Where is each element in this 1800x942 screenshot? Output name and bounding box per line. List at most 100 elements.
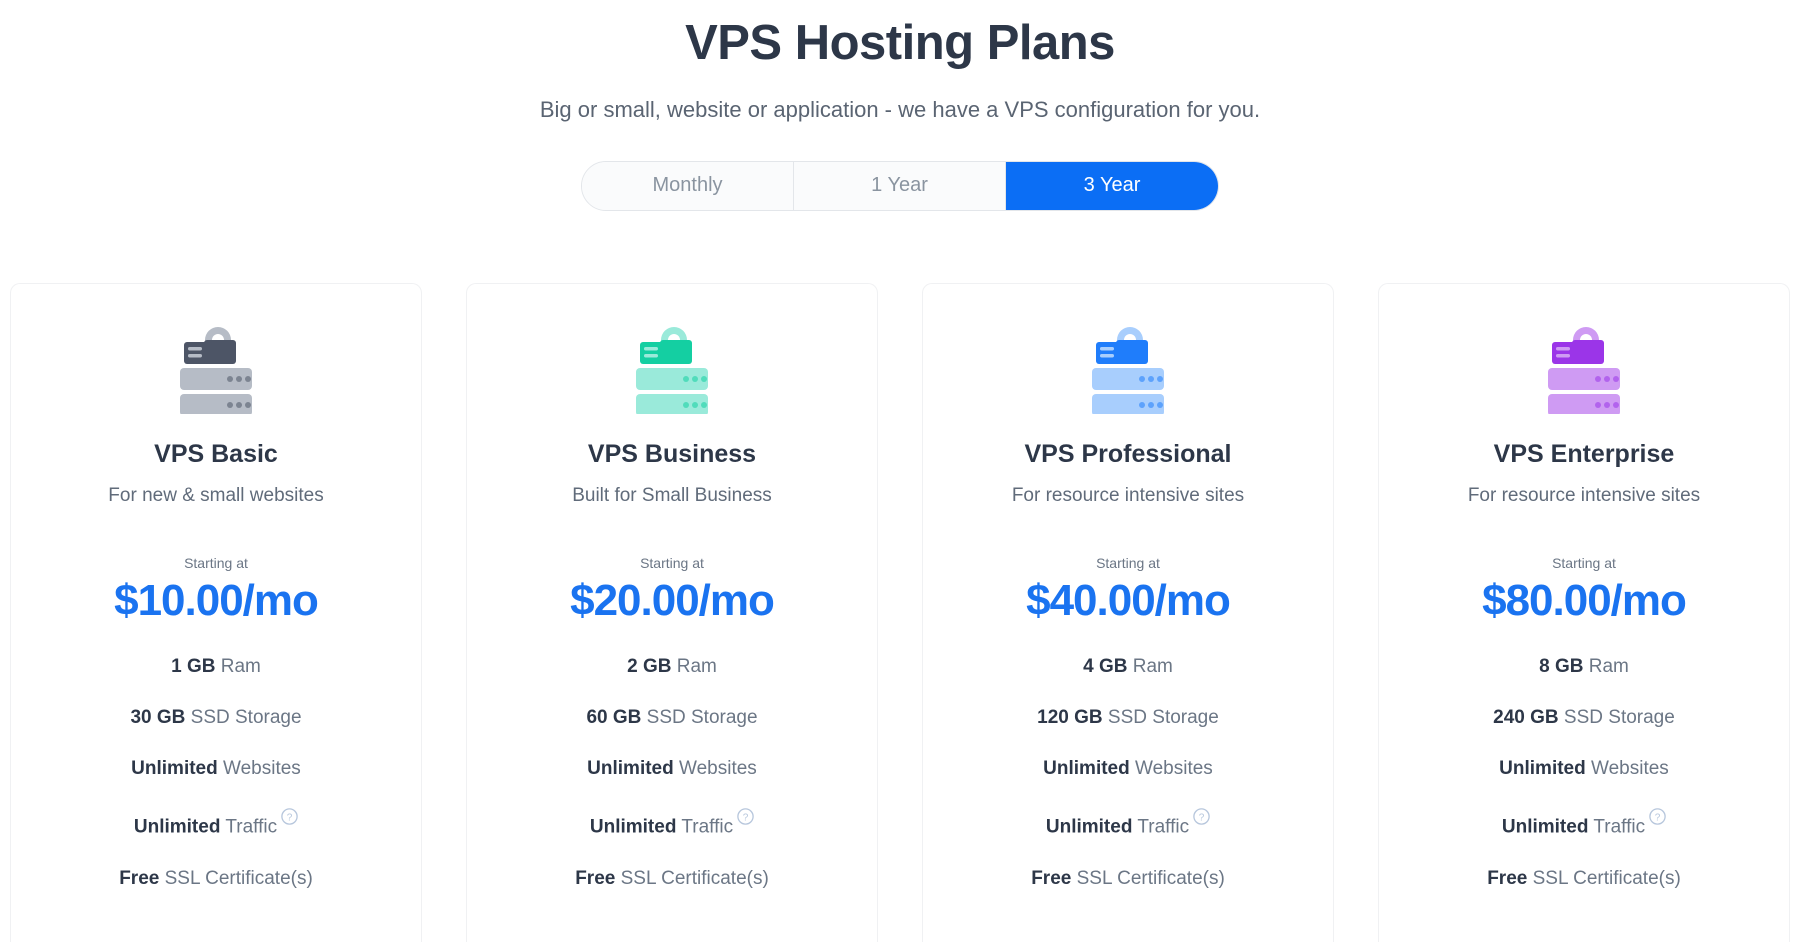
plan-feature-label: Websites: [223, 757, 301, 779]
plan-feature-label: Traffic: [225, 816, 278, 838]
plan-feature-value: Free: [1031, 867, 1072, 889]
page-header: VPS Hosting Plans Big or small, website …: [0, 0, 1800, 123]
plan-feature: 120 GB SSD Storage: [941, 707, 1315, 730]
plan-feature-value: 8 GB: [1539, 656, 1584, 677]
svg-text:?: ?: [1655, 813, 1661, 824]
plan-feature: 240 GB SSD Storage: [1397, 707, 1771, 730]
plan-feature-value: 1 GB: [171, 656, 216, 677]
plan-feature: Unlimited Websites: [1397, 758, 1771, 781]
help-icon[interactable]: ?: [281, 808, 298, 832]
svg-text:?: ?: [743, 813, 749, 824]
plan-feature-label: SSD Storage: [646, 706, 758, 728]
plan-feature: Unlimited Traffic ?: [1397, 808, 1771, 839]
billing-toggle-option-1-year[interactable]: 1 Year: [794, 161, 1006, 210]
plan-card[interactable]: VPS Business Built for Small Business St…: [466, 283, 878, 942]
plan-feature: 1 GB Ram: [29, 656, 403, 679]
billing-toggle-option-monthly[interactable]: Monthly: [582, 161, 794, 210]
plan-feature-label: Ram: [676, 656, 717, 677]
plan-tagline: For resource intensive sites: [1467, 485, 1701, 506]
plan-name: VPS Business: [587, 440, 757, 468]
plan-starting-at-label: Starting at: [1096, 555, 1160, 571]
plan-feature: 4 GB Ram: [941, 656, 1315, 679]
server-lock-icon-svg: [636, 327, 708, 414]
page-title: VPS Hosting Plans: [685, 16, 1115, 70]
plan-price: $40.00/mo: [1026, 576, 1231, 625]
plan-feature-value: Unlimited: [1045, 816, 1133, 838]
help-icon[interactable]: ?: [1649, 808, 1666, 832]
plan-feature-value: Free: [119, 867, 160, 889]
plan-feature: Free SSL Certificate(s): [1397, 868, 1771, 891]
plan-feature: 60 GB SSD Storage: [485, 707, 859, 730]
plan-feature-list: 4 GB Ram 120 GB SSD Storage Unlimited We…: [941, 656, 1315, 890]
plan-feature-label: SSL Certificate(s): [620, 867, 769, 889]
plan-feature-value: Unlimited: [1501, 816, 1589, 838]
plan-feature-label: SSD Storage: [1107, 706, 1219, 728]
plan-tagline: For resource intensive sites: [1011, 485, 1245, 506]
plan-feature-list: 1 GB Ram 30 GB SSD Storage Unlimited Web…: [29, 656, 403, 890]
plan-feature-label: Traffic: [681, 816, 734, 838]
plan-tagline: For new & small websites: [108, 485, 324, 506]
plan-feature-value: Free: [1487, 867, 1528, 889]
plan-feature-value: Free: [575, 867, 616, 889]
plan-feature-label: Traffic: [1593, 816, 1646, 838]
plan-feature-label: SSL Certificate(s): [164, 867, 313, 889]
page-subtitle: Big or small, website or application - w…: [539, 96, 1261, 122]
server-lock-icon-svg: [1548, 327, 1620, 414]
plan-card[interactable]: VPS Basic For new & small websites Start…: [10, 283, 422, 942]
server-lock-icon-svg: [1092, 327, 1164, 414]
plan-feature-label: Ram: [220, 656, 261, 677]
billing-period-toggle[interactable]: Monthly 1 Year 3 Year: [581, 160, 1219, 211]
plan-feature-value: Unlimited: [133, 816, 221, 838]
plan-feature-label: Ram: [1132, 656, 1173, 677]
plan-price: $10.00/mo: [114, 576, 319, 625]
plan-feature: Free SSL Certificate(s): [29, 868, 403, 891]
plan-feature-value: 2 GB: [627, 656, 672, 677]
server-lock-icon-svg: [180, 327, 252, 414]
plan-starting-at-label: Starting at: [1552, 555, 1616, 571]
server-lock-icon: [941, 314, 1315, 418]
plan-feature-list: 2 GB Ram 60 GB SSD Storage Unlimited Web…: [485, 656, 859, 890]
plan-tagline: Built for Small Business: [572, 485, 772, 506]
plan-feature: Free SSL Certificate(s): [941, 868, 1315, 891]
svg-text:?: ?: [287, 813, 293, 824]
help-icon[interactable]: ?: [1193, 808, 1210, 832]
plan-feature-label: SSL Certificate(s): [1532, 867, 1681, 889]
svg-text:?: ?: [1199, 813, 1205, 824]
plan-feature-value: 4 GB: [1083, 656, 1128, 677]
plan-name: VPS Professional: [1024, 440, 1232, 468]
plan-feature-value: 60 GB: [586, 706, 642, 728]
server-lock-icon: [1397, 314, 1771, 418]
server-lock-icon: [29, 314, 403, 418]
plan-card[interactable]: VPS Professional For resource intensive …: [922, 283, 1334, 942]
plan-feature: Free SSL Certificate(s): [485, 868, 859, 891]
plan-feature-label: SSD Storage: [190, 706, 302, 728]
plan-feature: Unlimited Websites: [485, 758, 859, 781]
plan-feature-value: Unlimited: [1043, 757, 1130, 779]
plan-feature: Unlimited Websites: [29, 758, 403, 781]
plan-card[interactable]: VPS Enterprise For resource intensive si…: [1378, 283, 1790, 942]
plan-feature-label: Websites: [679, 757, 757, 779]
plan-feature-list: 8 GB Ram 240 GB SSD Storage Unlimited We…: [1397, 656, 1771, 890]
billing-toggle-option-3-year[interactable]: 3 Year: [1006, 161, 1218, 210]
plan-feature-label: Websites: [1591, 757, 1669, 779]
plan-price: $20.00/mo: [570, 576, 775, 625]
plan-feature: 8 GB Ram: [1397, 656, 1771, 679]
plan-price: $80.00/mo: [1482, 576, 1687, 625]
help-icon[interactable]: ?: [737, 808, 754, 832]
plan-feature-value: Unlimited: [131, 757, 218, 779]
plan-feature: Unlimited Websites: [941, 758, 1315, 781]
plan-feature-label: SSD Storage: [1563, 706, 1675, 728]
plan-feature: 30 GB SSD Storage: [29, 707, 403, 730]
plan-feature: Unlimited Traffic ?: [29, 808, 403, 839]
plan-starting-at-label: Starting at: [640, 555, 704, 571]
billing-toggle-wrapper: Monthly 1 Year 3 Year: [0, 160, 1800, 211]
plan-feature-label: Traffic: [1137, 816, 1190, 838]
plan-starting-at-label: Starting at: [184, 555, 248, 571]
plan-feature-value: Unlimited: [589, 816, 677, 838]
server-lock-icon: [485, 314, 859, 418]
plan-feature: 2 GB Ram: [485, 656, 859, 679]
pricing-page: VPS Hosting Plans Big or small, website …: [0, 0, 1800, 942]
plan-feature-label: Websites: [1135, 757, 1213, 779]
plan-feature-value: 120 GB: [1037, 706, 1103, 728]
plan-feature-label: Ram: [1588, 656, 1629, 677]
